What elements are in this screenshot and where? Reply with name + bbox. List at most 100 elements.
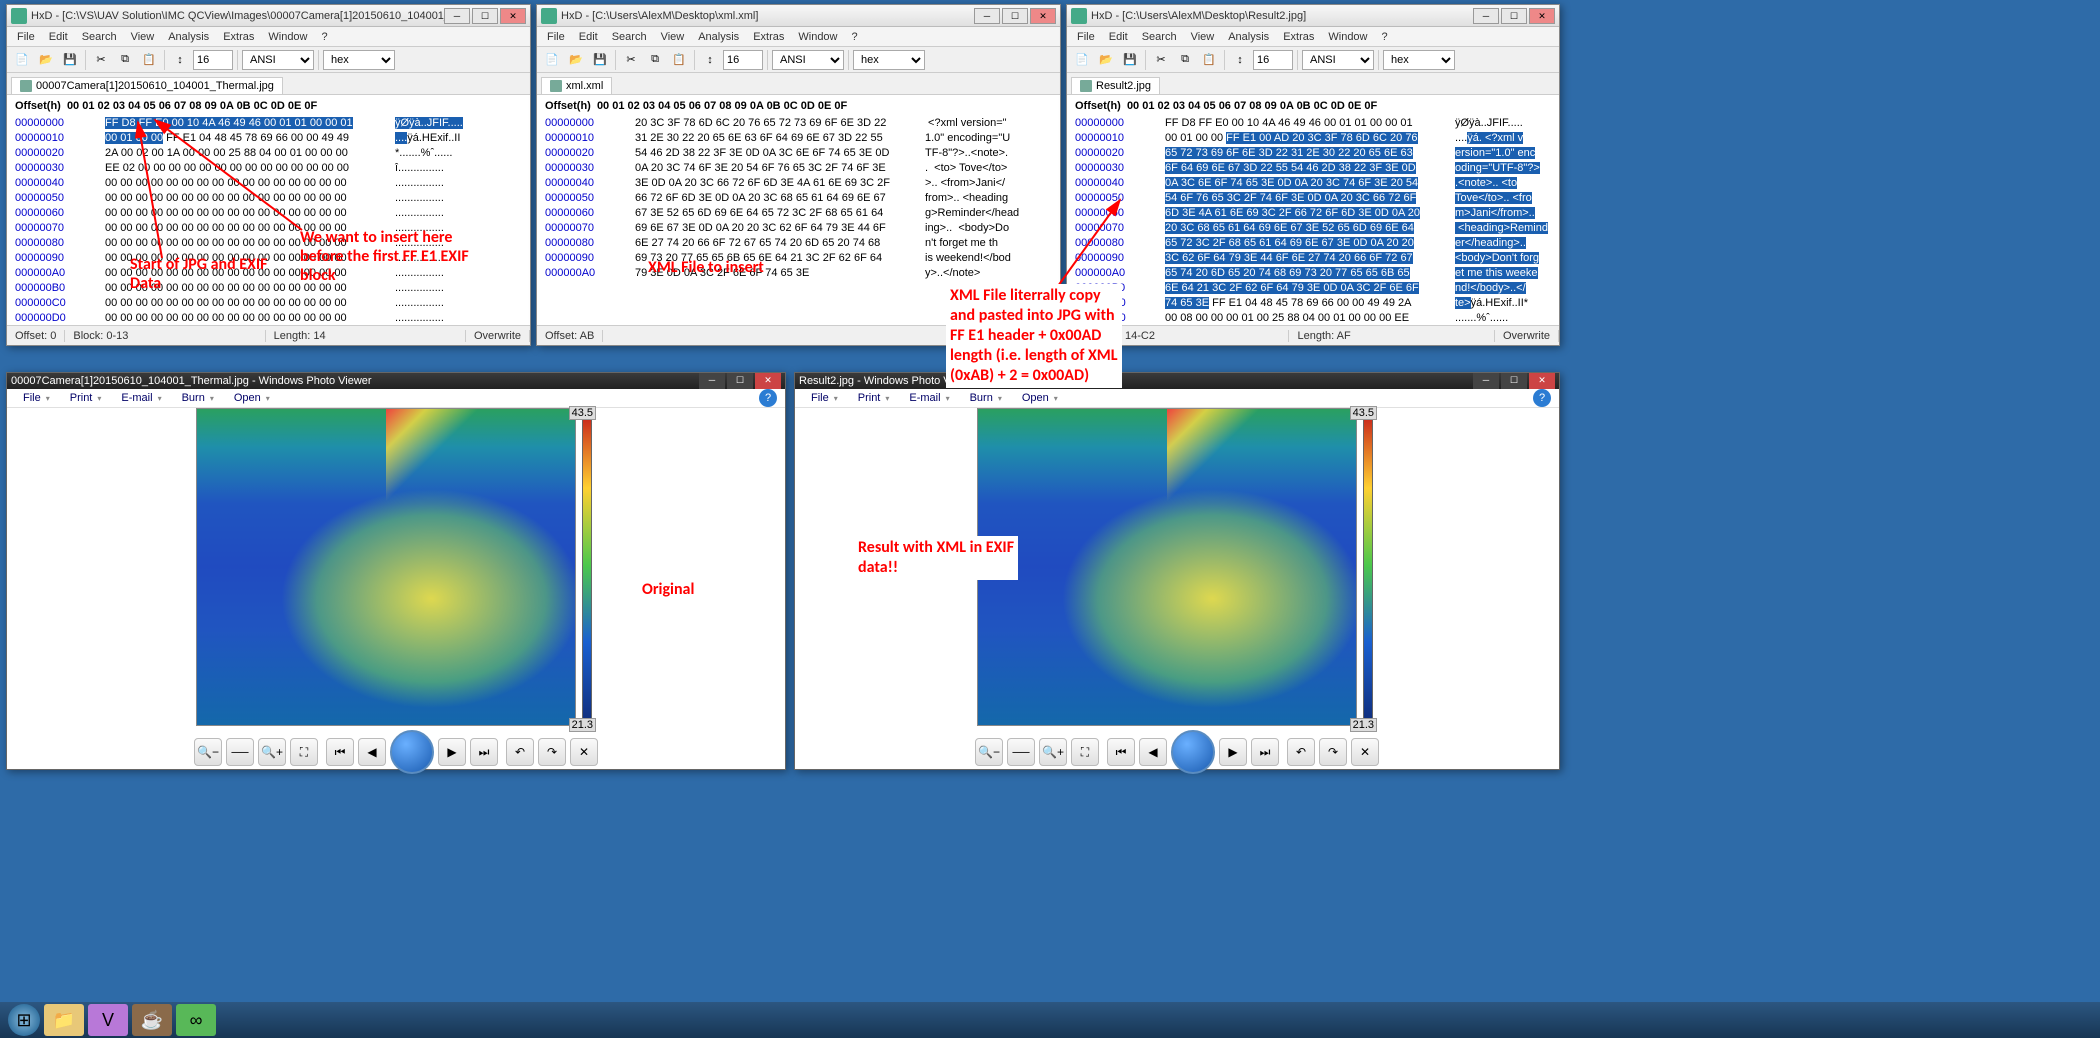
zoom-in-icon[interactable]: 🔍+ [258, 738, 286, 766]
bytes-per-row-input[interactable] [1253, 50, 1293, 70]
next-icon[interactable]: ⏭ [470, 738, 498, 766]
hex-row[interactable]: 000000A0 79 3E 0D 0A 3C 2F 6E 6F 74 65 3… [545, 266, 1052, 281]
hex-ascii[interactable]: ................ [395, 311, 522, 325]
menu-extras[interactable]: Extras [747, 29, 790, 45]
help-button[interactable]: ? [1533, 389, 1551, 407]
number-base-select[interactable]: hex [853, 50, 925, 70]
hex-ascii[interactable]: <body>Don't forg [1455, 251, 1551, 266]
hex-bytes[interactable]: 0A 3C 6E 6F 74 65 3E 0D 0A 20 3C 74 6F 3… [1165, 176, 1455, 191]
close-button[interactable]: ✕ [1030, 8, 1056, 24]
hex-ascii[interactable]: is weekend!</bod [925, 251, 1052, 266]
bytes-per-row-input[interactable] [193, 50, 233, 70]
cut-icon[interactable]: ✂ [1150, 49, 1172, 71]
pv-menu-print[interactable]: Print [850, 389, 898, 407]
maximize-button[interactable]: ☐ [1501, 8, 1527, 24]
pv-menu-print[interactable]: Print [62, 389, 110, 407]
hex-row[interactable]: 00000060 67 3E 52 65 6D 69 6E 64 65 72 3… [545, 206, 1052, 221]
encoding-select[interactable]: ANSI [772, 50, 844, 70]
hex-bytes[interactable]: 0A 20 3C 74 6F 3E 20 54 6F 76 65 3C 2F 7… [635, 161, 925, 176]
pv-menu-burn[interactable]: Burn [174, 389, 222, 407]
save-icon[interactable]: 💾 [59, 49, 81, 71]
hex-row[interactable]: 00000040 00 00 00 00 00 00 00 00 00 00 0… [15, 176, 522, 191]
rotate-ccw-icon[interactable]: ↶ [506, 738, 534, 766]
hex-row[interactable]: 00000030 6F 64 69 6E 67 3D 22 55 54 46 2… [1075, 161, 1551, 176]
hex-ascii[interactable]: et me this weeke [1455, 266, 1551, 281]
minimize-button[interactable]: ─ [1473, 8, 1499, 24]
cut-icon[interactable]: ✂ [620, 49, 642, 71]
menu-window[interactable]: Window [792, 29, 843, 45]
hex-ascii[interactable]: . <to> Tove</to> [925, 161, 1052, 176]
taskbar-app[interactable]: V [88, 1004, 128, 1036]
next2-icon[interactable]: ▶ [1219, 738, 1247, 766]
zoom-slider[interactable]: ── [226, 738, 254, 766]
slideshow-button[interactable] [1171, 730, 1215, 774]
hex-ascii[interactable]: .<note>.. <to [1455, 176, 1551, 191]
fit-icon[interactable]: ⛶ [1071, 738, 1099, 766]
menu-search[interactable]: Search [1136, 29, 1183, 45]
minimize-button[interactable]: ─ [974, 8, 1000, 24]
hex-row[interactable]: 00000000 FF D8 FF E0 00 10 4A 46 49 46 0… [1075, 116, 1551, 131]
bytes-per-row-input[interactable] [723, 50, 763, 70]
menu-window[interactable]: Window [262, 29, 313, 45]
pv-menu-file[interactable]: File [15, 389, 58, 407]
new-icon[interactable]: 📄 [541, 49, 563, 71]
menu-window[interactable]: Window [1322, 29, 1373, 45]
save-icon[interactable]: 💾 [1119, 49, 1141, 71]
hex-row[interactable]: 00000070 69 6E 67 3E 0D 0A 20 20 3C 62 6… [545, 221, 1052, 236]
menu-file[interactable]: File [11, 29, 41, 45]
hex-bytes[interactable]: 00 00 00 00 00 00 00 00 00 00 00 00 00 0… [105, 296, 395, 311]
hex-bytes[interactable]: 69 6E 67 3E 0D 0A 20 20 3C 62 6F 64 79 3… [635, 221, 925, 236]
hex-row[interactable]: 00000030 EE 02 00 00 00 00 00 00 00 00 0… [15, 161, 522, 176]
hex-ascii[interactable]: ................ [395, 206, 522, 221]
hex-ascii[interactable]: oding="UTF-8"?> [1455, 161, 1551, 176]
hex-bytes[interactable]: EE 02 00 00 00 00 00 00 00 00 00 00 00 0… [105, 161, 395, 176]
hex-bytes[interactable]: 20 3C 68 65 61 64 69 6E 67 3E 52 65 6D 6… [1165, 221, 1455, 236]
open-icon[interactable]: 📂 [565, 49, 587, 71]
hex-row[interactable]: 00000080 6E 27 74 20 66 6F 72 67 65 74 2… [545, 236, 1052, 251]
menu-?[interactable]: ? [316, 29, 334, 45]
hex-bytes[interactable]: 6E 27 74 20 66 6F 72 67 65 74 20 6D 65 2… [635, 236, 925, 251]
zoom-in-icon[interactable]: 🔍+ [1039, 738, 1067, 766]
updown-icon[interactable]: ↕ [699, 49, 721, 71]
pv-menu-burn[interactable]: Burn [962, 389, 1010, 407]
hex-ascii[interactable]: te>ÿá.HExif..II* [1455, 296, 1551, 311]
hex-ascii[interactable]: ing>.. <body>Do [925, 221, 1052, 236]
menu-view[interactable]: View [655, 29, 691, 45]
prev2-icon[interactable]: ◀ [1139, 738, 1167, 766]
hex-ascii[interactable]: from>.. <heading [925, 191, 1052, 206]
save-icon[interactable]: 💾 [589, 49, 611, 71]
hex-row[interactable]: 00000040 3E 0D 0A 20 3C 66 72 6F 6D 3E 4… [545, 176, 1052, 191]
paste-icon[interactable]: 📋 [1198, 49, 1220, 71]
menu-analysis[interactable]: Analysis [1222, 29, 1275, 45]
menu-search[interactable]: Search [76, 29, 123, 45]
delete-icon[interactable]: ✕ [1351, 738, 1379, 766]
hex-bytes[interactable]: 00 08 00 00 00 01 00 25 88 04 00 01 00 0… [1165, 311, 1455, 325]
encoding-select[interactable]: ANSI [242, 50, 314, 70]
minimize-button[interactable]: ─ [699, 373, 725, 389]
hxd2-titlebar[interactable]: HxD - [C:\Users\AlexM\Desktop\xml.xml] ─… [537, 5, 1060, 27]
hex-bytes[interactable]: 3E 0D 0A 20 3C 66 72 6F 6D 3E 4A 61 6E 6… [635, 176, 925, 191]
hex-ascii[interactable]: .......%ˆ...... [1455, 311, 1551, 325]
pv-menu-open[interactable]: Open [1014, 389, 1066, 407]
menu-?[interactable]: ? [846, 29, 864, 45]
hex-row[interactable]: 00000040 0A 3C 6E 6F 74 65 3E 0D 0A 20 3… [1075, 176, 1551, 191]
pv2-titlebar[interactable]: Result2.jpg - Windows Photo Viewer ─ ☐ ✕ [795, 373, 1559, 389]
open-icon[interactable]: 📂 [1095, 49, 1117, 71]
next-icon[interactable]: ⏭ [1251, 738, 1279, 766]
minimize-button[interactable]: ─ [1473, 373, 1499, 389]
hex-ascii[interactable]: 1.0" encoding="U [925, 131, 1052, 146]
hex-bytes[interactable]: 00 00 00 00 00 00 00 00 00 00 00 00 00 0… [105, 191, 395, 206]
taskbar-app[interactable]: ☕ [132, 1004, 172, 1036]
next2-icon[interactable]: ▶ [438, 738, 466, 766]
hex-row[interactable]: 00000090 3C 62 6F 64 79 3E 44 6F 6E 27 7… [1075, 251, 1551, 266]
hxd3-tab[interactable]: Result2.jpg [1071, 77, 1160, 94]
hex-ascii[interactable]: ....ÿá.­ <?xml v [1455, 131, 1551, 146]
hex-row[interactable]: 00000060 00 00 00 00 00 00 00 00 00 00 0… [15, 206, 522, 221]
open-icon[interactable]: 📂 [35, 49, 57, 71]
close-button[interactable]: ✕ [500, 8, 526, 24]
copy-icon[interactable]: ⧉ [114, 49, 136, 71]
hex-row[interactable]: 000000A0 65 74 20 6D 65 20 74 68 69 73 2… [1075, 266, 1551, 281]
new-icon[interactable]: 📄 [11, 49, 33, 71]
fit-icon[interactable]: ⛶ [290, 738, 318, 766]
pv-menu-e-mail[interactable]: E-mail [113, 389, 169, 407]
